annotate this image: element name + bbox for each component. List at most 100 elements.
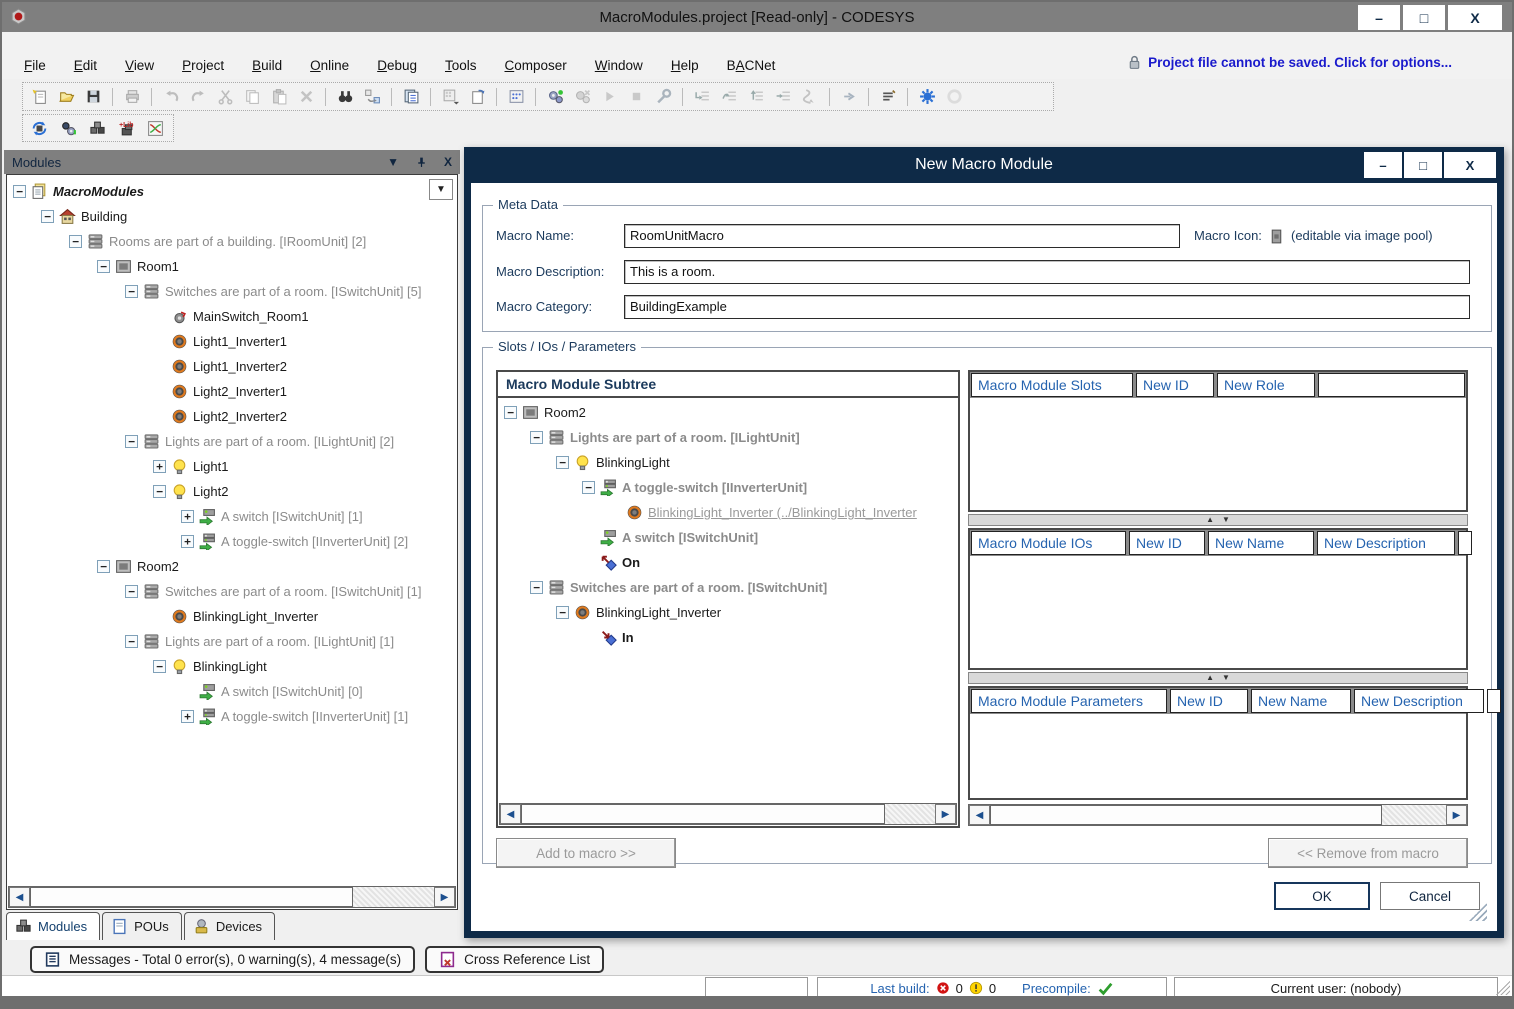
tree-row[interactable]: +A toggle-switch [IInverterUnit] [1] <box>7 704 457 729</box>
wrench-button[interactable] <box>653 87 673 107</box>
root-filter-dropdown[interactable]: ▼ <box>429 179 453 200</box>
collapse-icon[interactable]: − <box>97 260 110 273</box>
tree-row[interactable]: Light1_Inverter2 <box>7 354 457 379</box>
remove-from-macro-button[interactable]: << Remove from macro <box>1268 838 1468 868</box>
tree-row[interactable]: −Switches are part of a room. [ISwitchUn… <box>7 579 457 604</box>
collapse-icon[interactable]: − <box>125 585 138 598</box>
collapse-icon[interactable]: − <box>125 435 138 448</box>
step-out-button[interactable] <box>746 87 766 107</box>
tree-row[interactable]: Light2_Inverter1 <box>7 379 457 404</box>
collapse-icon[interactable]: − <box>153 485 166 498</box>
column-header[interactable]: New Name <box>1208 531 1314 555</box>
copy-button[interactable] <box>242 87 262 107</box>
tree-row[interactable]: −Room2 <box>498 400 958 425</box>
multi-paste-button[interactable] <box>401 87 421 107</box>
menu-help[interactable]: Help <box>671 58 699 73</box>
tree-row[interactable]: −Room1 <box>7 254 457 279</box>
panel-tab-pous[interactable]: POUs <box>102 912 182 940</box>
tree-row[interactable]: −MacroModules <box>7 179 457 204</box>
new-document-button[interactable] <box>29 87 49 107</box>
tree-row[interactable]: −Room2 <box>7 554 457 579</box>
tree-row[interactable]: Light2_Inverter2 <box>7 404 457 429</box>
dialog-resize-grip[interactable] <box>1469 903 1487 921</box>
print-button[interactable] <box>122 87 142 107</box>
macro-description-input[interactable]: This is a room. <box>624 260 1470 284</box>
collapse-icon[interactable]: − <box>504 406 517 419</box>
tree-row[interactable]: −Switches are part of a room. [ISwitchUn… <box>498 575 958 600</box>
menu-bacnet[interactable]: BACNet <box>727 58 776 73</box>
menu-edit[interactable]: Edit <box>74 58 97 73</box>
menu-composer[interactable]: Composer <box>505 58 567 73</box>
menu-online[interactable]: Online <box>310 58 349 73</box>
column-header[interactable]: Macro Module Slots <box>971 373 1133 397</box>
tree-row[interactable]: −Light2 <box>7 479 457 504</box>
module-gears-button[interactable] <box>58 118 78 138</box>
find-button[interactable] <box>335 87 355 107</box>
scroll-left-icon[interactable]: ◀ <box>500 804 521 824</box>
tree-row[interactable]: BlinkingLight_Inverter <box>7 604 457 629</box>
tree-row[interactable]: −Lights are part of a room. [ILightUnit]… <box>7 629 457 654</box>
ok-button[interactable]: OK <box>1274 882 1370 910</box>
column-header[interactable]: Macro Module Parameters <box>971 689 1167 713</box>
minimize-button[interactable]: – <box>1358 5 1400 30</box>
settings-gear-button[interactable] <box>917 87 937 107</box>
signal-chart-button[interactable] <box>145 118 165 138</box>
tree-row[interactable]: A switch [ISwitchUnit] <box>498 525 958 550</box>
step-next-button[interactable] <box>773 87 793 107</box>
add-library-button[interactable]: +Lib <box>116 118 136 138</box>
panel-tab-modules[interactable]: Modules <box>6 912 100 940</box>
tree-row[interactable]: −Rooms are part of a building. [IRoomUni… <box>7 229 457 254</box>
tree-row[interactable]: +A switch [ISwitchUnit] [1] <box>7 504 457 529</box>
step-into-button[interactable] <box>692 87 712 107</box>
panel-menu-icon[interactable]: ▼ <box>387 155 399 169</box>
collapse-icon[interactable]: − <box>530 431 543 444</box>
add-to-macro-button[interactable]: Add to macro >> <box>496 838 676 868</box>
close-button[interactable]: X <box>1448 5 1502 30</box>
undo-button[interactable] <box>161 87 181 107</box>
macro-icon-preview[interactable] <box>1268 228 1285 245</box>
tree-row[interactable]: On <box>498 550 958 575</box>
bottom-tab[interactable]: Cross Reference List <box>425 946 604 973</box>
column-header[interactable]: New ID <box>1170 689 1248 713</box>
tree-row[interactable]: In <box>498 625 958 650</box>
collapse-icon[interactable]: − <box>69 235 82 248</box>
collapse-icon[interactable]: − <box>556 606 569 619</box>
ios-parameters-splitter[interactable]: ▲▼ <box>968 672 1468 684</box>
readonly-notice[interactable]: Project file cannot be saved. Click for … <box>1126 54 1452 71</box>
tables-hscrollbar[interactable]: ◀ ▶ <box>968 804 1468 826</box>
collapse-icon[interactable]: − <box>97 560 110 573</box>
expand-icon[interactable]: + <box>153 460 166 473</box>
record-circle-button[interactable] <box>944 87 964 107</box>
column-header[interactable]: Macro Module IOs <box>971 531 1126 555</box>
column-header[interactable]: New ID <box>1129 531 1205 555</box>
save-button[interactable] <box>83 87 103 107</box>
scroll-right-icon[interactable]: ▶ <box>935 804 956 824</box>
scroll-right-icon[interactable]: ▶ <box>434 887 455 907</box>
macro-name-input[interactable]: RoomUnitMacro <box>624 224 1180 248</box>
tree-row[interactable]: −Lights are part of a room. [ILightUnit]… <box>7 429 457 454</box>
grid-dropdown-button[interactable] <box>440 87 460 107</box>
macro-category-input[interactable]: BuildingExample <box>624 295 1470 319</box>
module-refresh-button[interactable] <box>29 118 49 138</box>
redo-button[interactable] <box>188 87 208 107</box>
build-gears-button[interactable] <box>545 87 565 107</box>
tree-row[interactable]: −BlinkingLight_Inverter <box>498 600 958 625</box>
open-project-button[interactable] <box>56 87 76 107</box>
dialog-minimize-button[interactable]: – <box>1364 152 1402 178</box>
replace-button[interactable] <box>362 87 382 107</box>
tree-row[interactable]: +A toggle-switch [IInverterUnit] [2] <box>7 529 457 554</box>
tree-row[interactable]: −A toggle-switch [IInverterUnit] <box>498 475 958 500</box>
subtree-hscrollbar[interactable]: ◀ ▶ <box>499 803 957 825</box>
collapse-icon[interactable]: − <box>41 210 54 223</box>
dialog-titlebar[interactable]: New Macro Module <box>464 147 1504 183</box>
bottom-tab[interactable]: Messages - Total 0 error(s), 0 warning(s… <box>30 946 415 973</box>
scroll-right-icon[interactable]: ▶ <box>1446 805 1467 825</box>
step-over-button[interactable] <box>719 87 739 107</box>
menu-debug[interactable]: Debug <box>377 58 417 73</box>
modules-panel-header[interactable]: Modules ▼ X <box>4 150 460 174</box>
collapse-icon[interactable]: − <box>530 581 543 594</box>
collapse-icon[interactable]: − <box>13 185 26 198</box>
menu-tools[interactable]: Tools <box>445 58 477 73</box>
menu-view[interactable]: View <box>125 58 154 73</box>
cut-button[interactable] <box>215 87 235 107</box>
